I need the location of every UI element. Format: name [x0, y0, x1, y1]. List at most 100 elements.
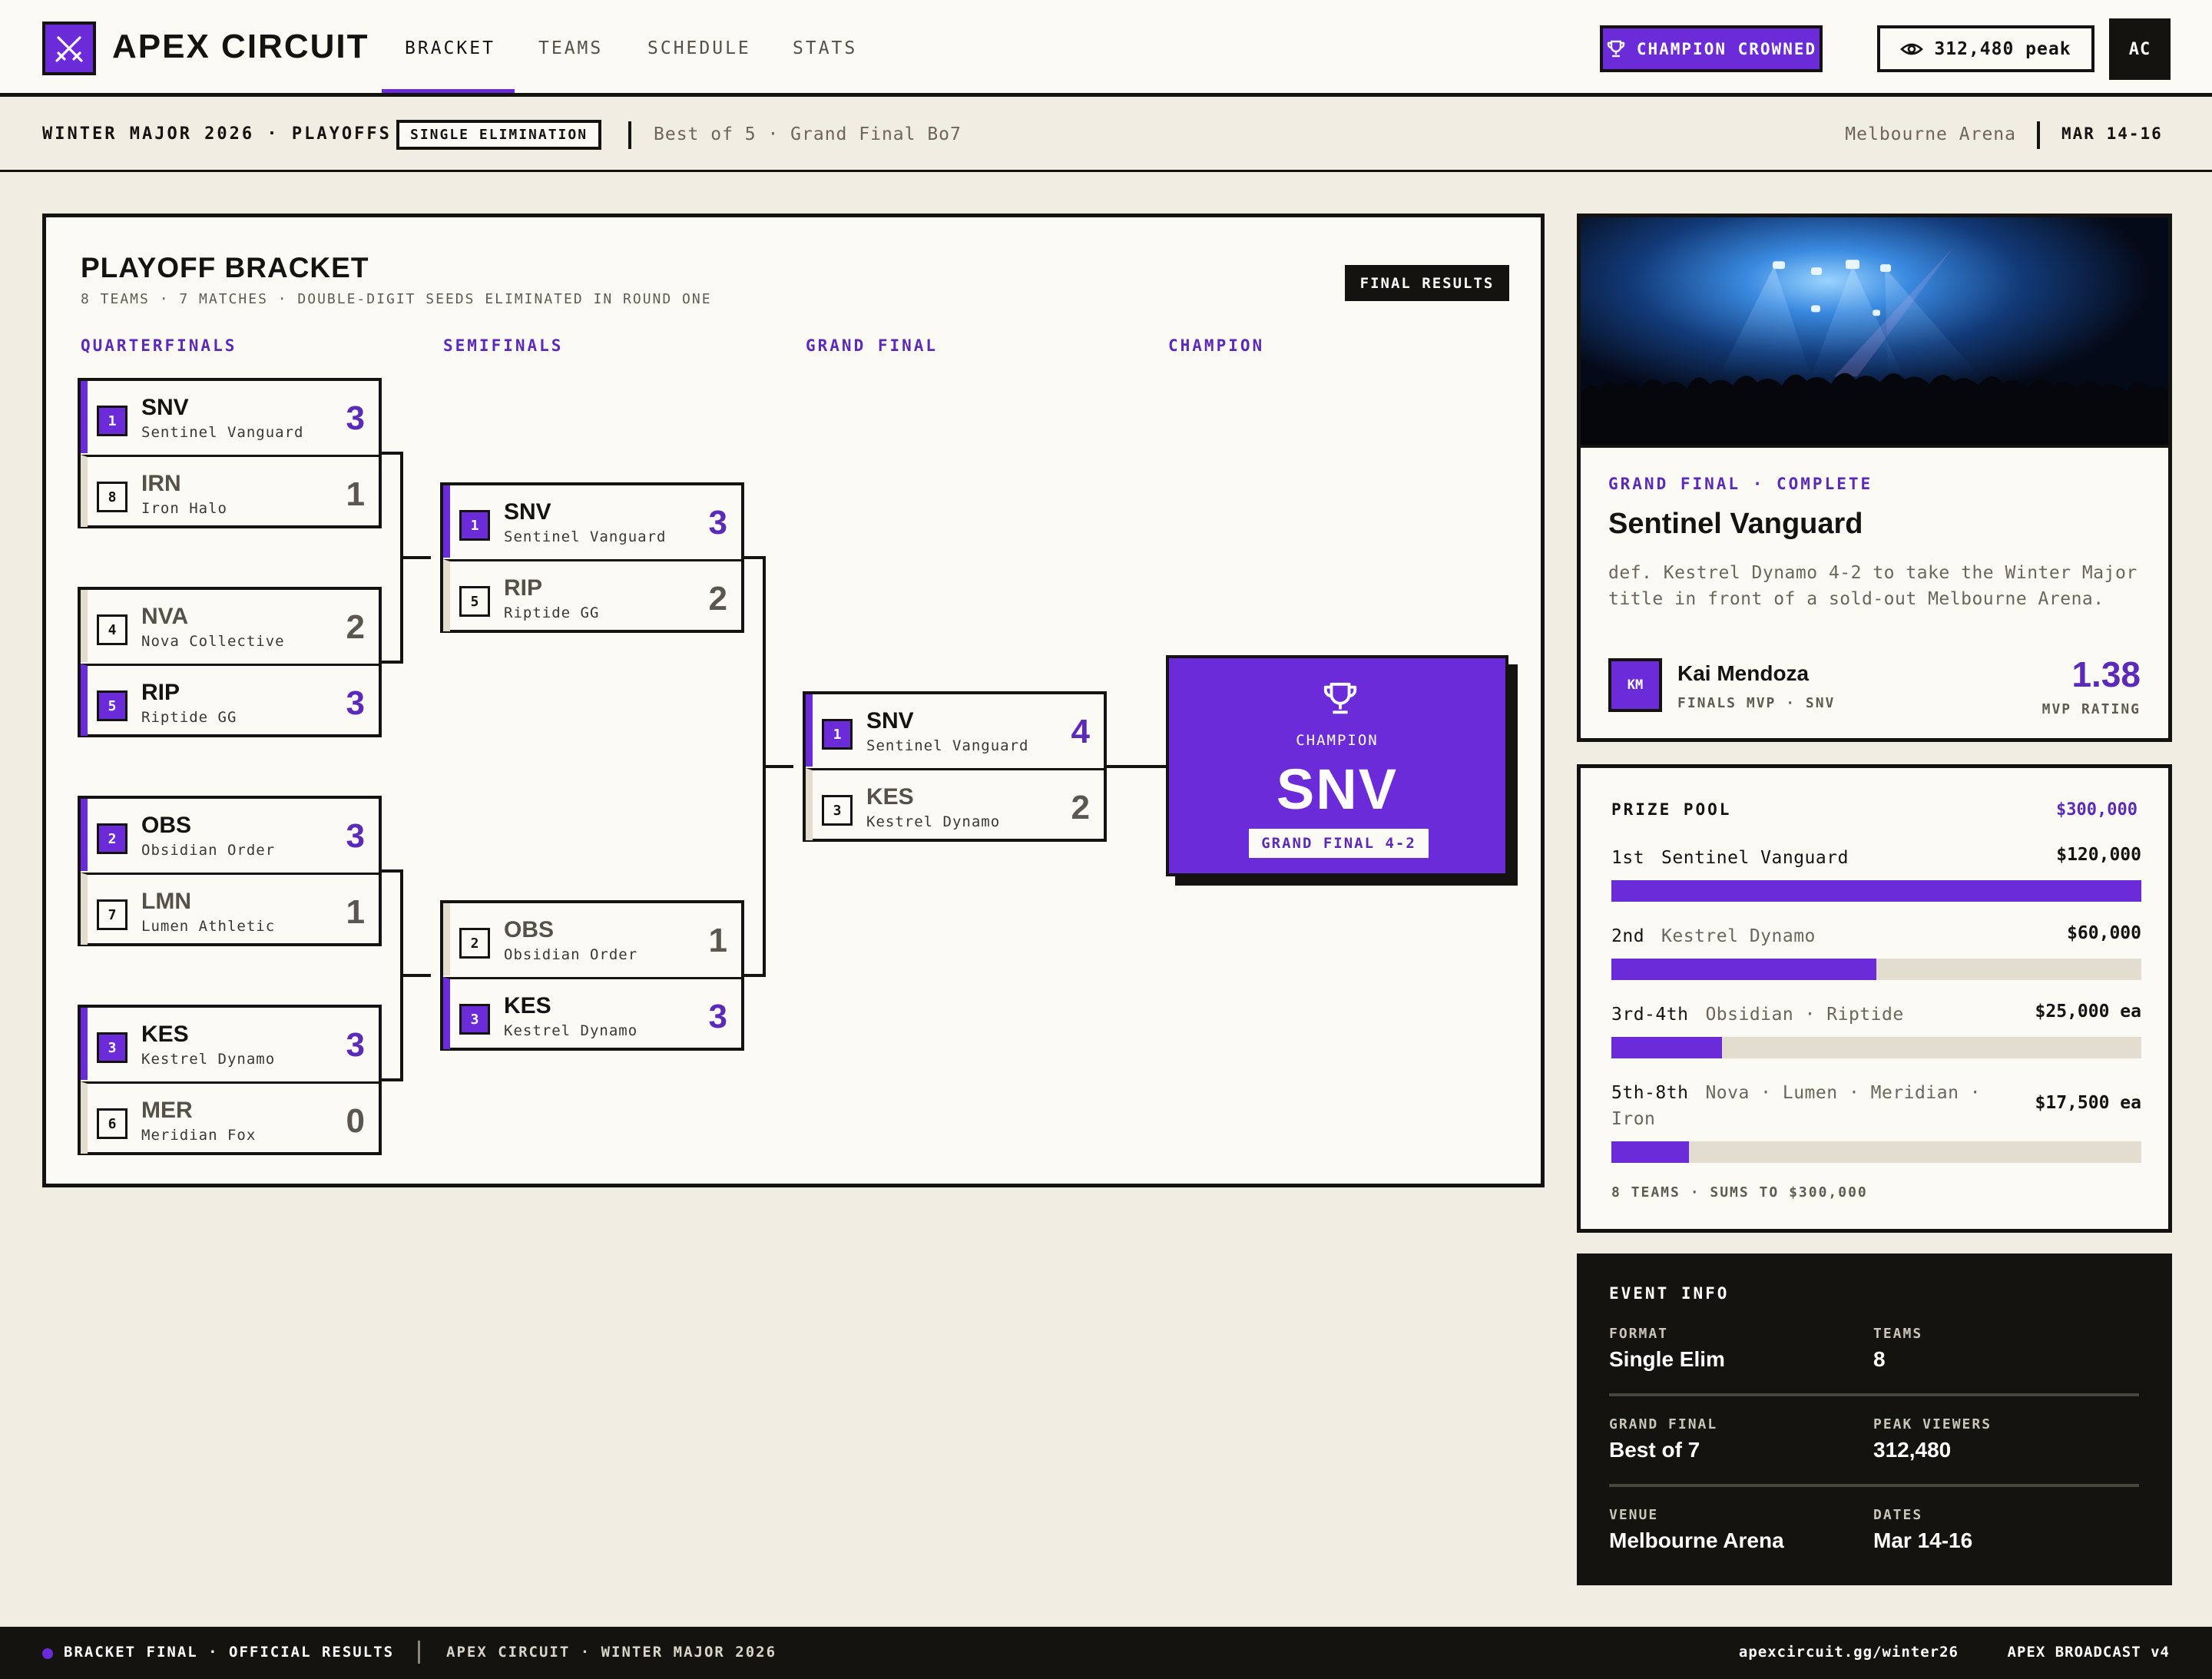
team-row-winner[interactable]: 5 RIP Riptide GG 3	[81, 664, 379, 736]
team-row-loser[interactable]: 8 IRN Iron Halo 1	[81, 455, 379, 527]
brand-name[interactable]: APEX CIRCUIT	[112, 28, 369, 66]
info-divider	[1609, 1484, 2139, 1487]
round-label-semifinals: SEMIFINALS	[443, 336, 564, 355]
team-abbr: MER	[141, 1098, 193, 1123]
team-row-loser[interactable]: 7 LMN Lumen Athletic 1	[81, 873, 379, 945]
seed-badge: 1	[459, 510, 490, 541]
seed-badge: 7	[97, 899, 127, 930]
info-value-format: Single Elim	[1609, 1347, 1725, 1371]
prize-amount: $60,000	[2067, 923, 2141, 943]
team-name: Sentinel Vanguard	[504, 528, 667, 545]
prize-place: 3rd-4th	[1611, 1005, 1689, 1025]
team-name: Iron Halo	[141, 500, 227, 517]
bracket-title: PLAYOFF BRACKET	[81, 252, 369, 283]
champion-crowned-badge[interactable]: CHAMPION CROWNED	[1600, 25, 1823, 72]
footer-divider	[418, 1641, 420, 1664]
venue-text: Melbourne Arena	[1845, 124, 2016, 144]
peak-viewers-badge[interactable]: 312,480 peak	[1877, 25, 2094, 72]
prize-amount: $17,500 ea	[2035, 1093, 2141, 1113]
round-label-grand-final: GRAND FINAL	[806, 336, 939, 355]
prize-pool-total: $300,000	[2056, 800, 2137, 820]
team-score: 0	[346, 1102, 365, 1140]
user-avatar[interactable]: AC	[2109, 18, 2171, 80]
team-name: Lumen Athletic	[141, 918, 276, 935]
team-abbr: KES	[141, 1022, 189, 1047]
team-abbr: OBS	[141, 813, 192, 838]
seed-badge: 2	[459, 928, 490, 959]
team-row-winner[interactable]: 1 SNV Sentinel Vanguard 4	[806, 694, 1104, 767]
prize-amount: $25,000 ea	[2035, 1002, 2141, 1022]
prize-row: 5th-8th Nova · Lumen · Meridian · Iron $1…	[1611, 1080, 2141, 1172]
tab-bracket[interactable]: BRACKET	[405, 38, 495, 58]
logo-crossed-swords-icon[interactable]	[42, 22, 96, 75]
seed-badge: 1	[822, 719, 853, 750]
team-row-loser[interactable]: 5 RIP Riptide GG 2	[443, 559, 741, 631]
feature-title[interactable]: Sentinel Vanguard	[1608, 508, 1863, 541]
round-label-quarterfinals: QUARTERFINALS	[81, 336, 237, 355]
match-sf-2[interactable]: 2 OBS Obsidian Order 1 3 KES Kestrel Dyn…	[440, 900, 744, 1051]
mvp-name[interactable]: Kai Mendoza	[1677, 661, 1809, 686]
feature-kicker: GRAND FINAL · COMPLETE	[1608, 475, 1873, 493]
trophy-icon	[1323, 682, 1357, 714]
eye-icon	[1900, 43, 1924, 55]
champion-label: CHAMPION	[1296, 732, 1379, 749]
prize-bar	[1611, 1141, 2141, 1163]
seed-badge: 3	[97, 1032, 127, 1063]
team-row-loser[interactable]: 6 MER Meridian Fox 0	[81, 1081, 379, 1154]
prize-bar-fill	[1611, 1037, 1722, 1058]
match-qf-2[interactable]: 4 NVA Nova Collective 2 5 RIP Riptide GG…	[78, 587, 382, 737]
team-row-loser[interactable]: 2 OBS Obsidian Order 1	[443, 903, 741, 975]
match-qf-3[interactable]: 2 OBS Obsidian Order 3 7 LMN Lumen Athle…	[78, 796, 382, 946]
series-info: Best of 5 · Grand Final Bo7	[654, 124, 962, 144]
team-row-winner[interactable]: 3 KES Kestrel Dynamo 3	[443, 977, 741, 1049]
team-score: 3	[346, 1026, 365, 1064]
bracket-connector	[763, 765, 793, 768]
match-qf-4[interactable]: 3 KES Kestrel Dynamo 3 6 MER Meridian Fo…	[78, 1005, 382, 1155]
team-score: 3	[708, 998, 727, 1035]
team-row-winner[interactable]: 1 SNV Sentinel Vanguard 3	[443, 485, 741, 558]
tab-teams[interactable]: TEAMS	[538, 38, 603, 58]
prize-bar	[1611, 880, 2141, 902]
team-score: 1	[346, 893, 365, 931]
seed-badge: 3	[459, 1004, 490, 1035]
event-name: WINTER MAJOR 2026 · PLAYOFFS	[42, 124, 392, 144]
tab-schedule[interactable]: SCHEDULE	[647, 38, 751, 58]
team-name: Nova Collective	[141, 633, 285, 650]
prize-row: 2nd Kestrel Dynamo $60,000	[1611, 923, 2141, 985]
champion-card[interactable]: CHAMPION SNV GRAND FINAL 4-2	[1166, 655, 1508, 876]
prize-teams: Kestrel Dynamo	[1661, 926, 1816, 946]
team-score: 2	[1071, 789, 1090, 826]
team-abbr: RIP	[504, 575, 543, 601]
prize-bar	[1611, 959, 2141, 980]
match-grand-final[interactable]: 1 SNV Sentinel Vanguard 4 3 KES Kestrel …	[803, 691, 1107, 842]
prize-amount: $120,000	[2056, 845, 2141, 865]
footer-version: APEX BROADCAST v4	[2007, 1644, 2170, 1661]
match-sf-1[interactable]: 1 SNV Sentinel Vanguard 3 5 RIP Riptide …	[440, 482, 744, 633]
grand-final-feature-card[interactable]: GRAND FINAL · COMPLETE Sentinel Vanguard…	[1577, 214, 2172, 742]
prize-row: 3rd-4th Obsidian · Riptide $25,000 ea	[1611, 1002, 2141, 1063]
status-dot-icon	[42, 1648, 53, 1659]
team-name: Obsidian Order	[504, 946, 638, 963]
prize-pool-footer: 8 TEAMS · SUMS TO $300,000	[1611, 1184, 1868, 1200]
info-value-grand-final: Best of 7	[1609, 1438, 1700, 1462]
footer-url-link[interactable]: apexcircuit.gg/winter26	[1739, 1644, 1959, 1661]
team-row-winner[interactable]: 1 SNV Sentinel Vanguard 3	[81, 381, 379, 453]
team-row-winner[interactable]: 3 KES Kestrel Dynamo 3	[81, 1008, 379, 1080]
team-row-winner[interactable]: 2 OBS Obsidian Order 3	[81, 799, 379, 871]
team-row-loser[interactable]: 4 NVA Nova Collective 2	[81, 590, 379, 662]
mvp-avatar[interactable]: KM	[1608, 658, 1662, 712]
team-score: 1	[708, 922, 727, 959]
bracket-panel: PLAYOFF BRACKET 8 TEAMS · 7 MATCHES · DO…	[42, 214, 1545, 1187]
info-label-format: FORMAT	[1609, 1326, 1669, 1342]
footer-bar: BRACKET FINAL · OFFICIAL RESULTS APEX CI…	[0, 1627, 2212, 1679]
subbar-divider	[2037, 121, 2040, 149]
prize-label: 2nd Kestrel Dynamo	[1611, 923, 1995, 949]
team-row-loser[interactable]: 3 KES Kestrel Dynamo 2	[806, 768, 1104, 840]
team-name: Obsidian Order	[141, 842, 276, 859]
team-score: 1	[346, 475, 365, 513]
prize-row: 1st Sentinel Vanguard $120,000	[1611, 845, 2141, 906]
match-qf-1[interactable]: 1 SNV Sentinel Vanguard 3 8 IRN Iron Hal…	[78, 378, 382, 528]
seed-badge: 4	[97, 614, 127, 645]
tab-stats[interactable]: STATS	[793, 38, 857, 58]
champion-result: GRAND FINAL 4-2	[1249, 829, 1429, 858]
